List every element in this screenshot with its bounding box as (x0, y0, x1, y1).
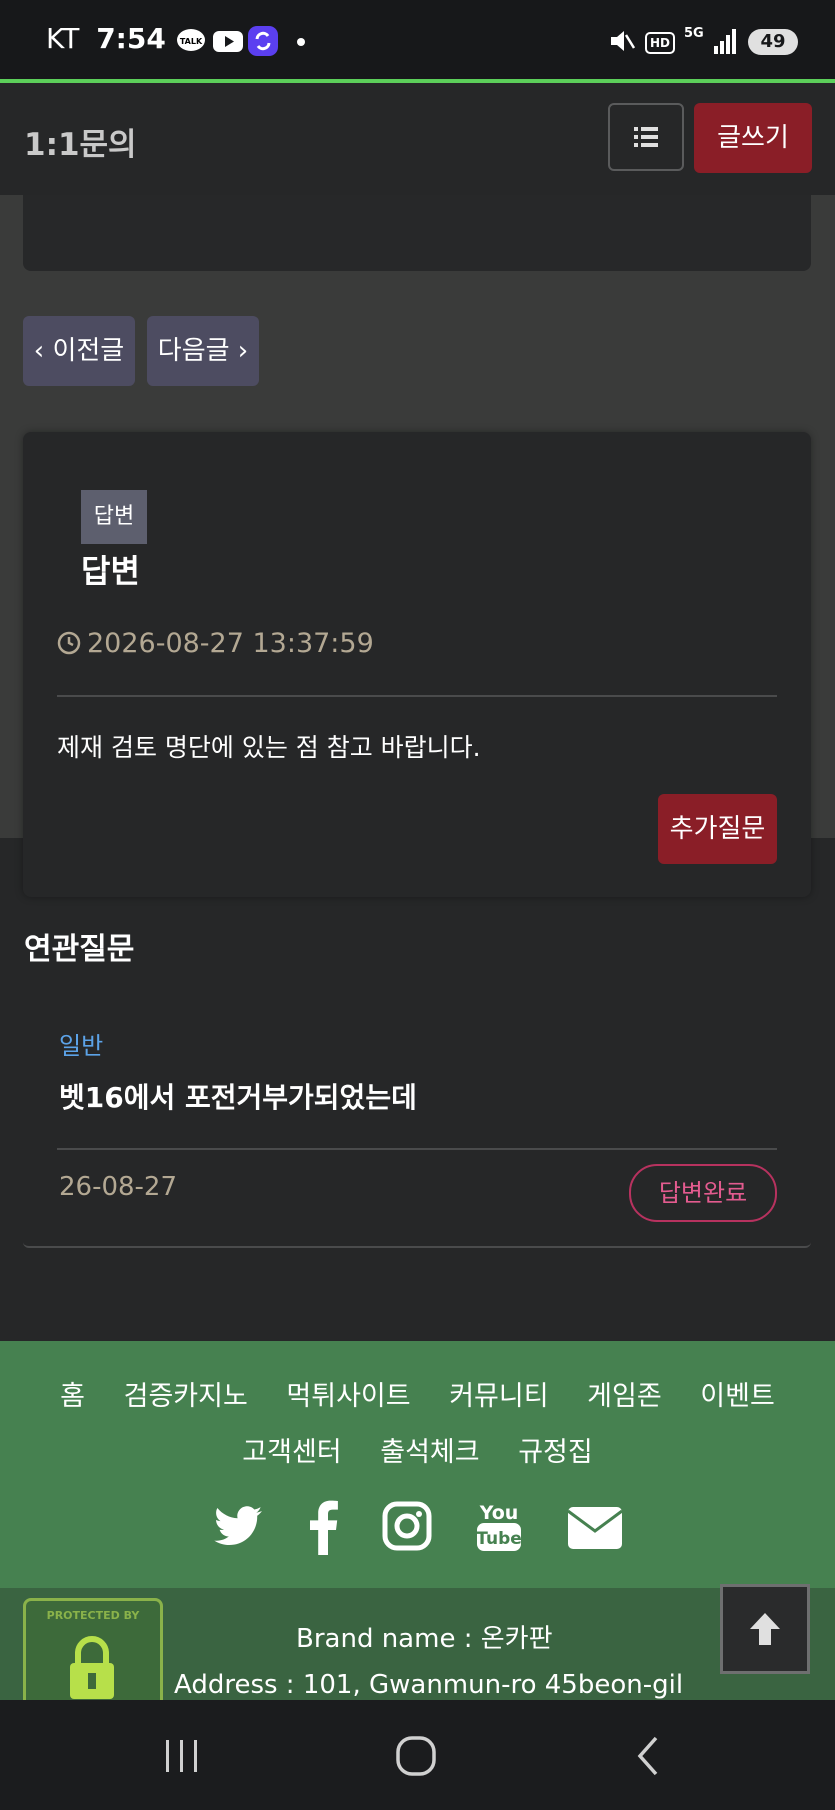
instagram-icon[interactable] (382, 1499, 432, 1555)
footer-link-game-zone[interactable]: 게임존 (587, 1381, 662, 1412)
status-bar: KT 7:54 TALK HD 5G 49 (0, 0, 835, 80)
status-carrier-time: KT 7:54 (46, 22, 166, 55)
footer-link-scam-sites[interactable]: 먹튀사이트 (286, 1381, 410, 1412)
android-navigation-bar (0, 1700, 835, 1810)
answer-datetime-text: 2026-08-27 13:37:59 (87, 628, 374, 659)
footer-link-support[interactable]: 고객센터 (242, 1437, 341, 1468)
footer-link-events[interactable]: 이벤트 (700, 1381, 775, 1412)
arrow-up-icon (750, 1613, 780, 1645)
scroll-to-top-button[interactable] (720, 1584, 810, 1674)
footer: 홈 검증카지노 먹튀사이트 커뮤니티 게임존 이벤트 고객센터 출석체크 규정집… (0, 1341, 835, 1588)
recent-apps-icon[interactable] (160, 1736, 204, 1776)
footer-link-attendance[interactable]: 출석체크 (380, 1437, 479, 1468)
home-icon[interactable] (394, 1734, 438, 1778)
lock-icon (70, 1636, 114, 1699)
badge-text: PROTECTED BY (46, 1609, 140, 1622)
protected-by-badge: PROTECTED BY (23, 1598, 163, 1708)
write-button[interactable]: 글쓰기 (694, 103, 812, 173)
footer-link-rules[interactable]: 규정집 (518, 1437, 593, 1468)
post-card-bottom (23, 195, 811, 271)
footer-info: PROTECTED BY Brand name : 온카판 Address : … (0, 1588, 835, 1708)
related-section-title: 연관질문 (24, 932, 135, 967)
back-icon[interactable] (632, 1734, 664, 1778)
facebook-icon[interactable] (306, 1499, 340, 1555)
prev-post-button[interactable]: ‹ 이전글 (23, 316, 135, 386)
answer-badge: 답변 (81, 490, 147, 544)
svg-text:You: You (479, 1502, 519, 1524)
status-badge: 답변완료 (629, 1164, 777, 1222)
page-header: 1:1문의 글쓰기 (0, 83, 835, 195)
brand-name: Brand name : 온카판 (296, 1624, 553, 1654)
page-title: 1:1문의 (24, 127, 137, 163)
kakaotalk-icon: TALK (177, 29, 205, 51)
related-question-title[interactable]: 벳16에서 포전거부가되었는데 (59, 1076, 417, 1116)
divider (57, 1148, 777, 1150)
address: Address : 101, Gwanmun-ro 45beon-gil (174, 1670, 684, 1700)
answer-datetime: 2026-08-27 13:37:59 (57, 628, 374, 659)
sync-app-icon (248, 26, 278, 56)
related-date: 26-08-27 (59, 1172, 178, 1202)
footer-link-community[interactable]: 커뮤니티 (449, 1381, 548, 1412)
signal-icon (714, 29, 736, 54)
twitter-icon[interactable] (212, 1499, 264, 1555)
hd-icon: HD (645, 32, 675, 54)
list-icon (634, 127, 658, 147)
mail-icon[interactable] (566, 1499, 624, 1555)
mute-icon (611, 31, 636, 51)
carrier-label: KT (46, 22, 80, 55)
youtube-icon[interactable]: You Tube (474, 1499, 524, 1555)
svg-text:Tube: Tube (476, 1529, 522, 1549)
footer-link-verified-casino[interactable]: 검증카지노 (124, 1381, 248, 1412)
network-label: 5G (684, 26, 704, 41)
clock: 7:54 (96, 22, 166, 55)
clock-icon (57, 631, 81, 655)
related-category: 일반 (59, 1032, 104, 1060)
list-button[interactable] (608, 103, 684, 171)
talk-text: TALK (180, 37, 203, 46)
answer-card: 답변 답변 2026-08-27 13:37:59 제재 검토 명단에 있는 점… (23, 432, 811, 897)
answer-title: 답변 (81, 552, 140, 590)
youtube-status-icon (213, 31, 243, 52)
battery-indicator: 49 (748, 29, 798, 55)
answer-body: 제재 검토 명단에 있는 점 참고 바랍니다. (57, 733, 481, 762)
divider (57, 695, 777, 697)
footer-link-home[interactable]: 홈 (60, 1381, 85, 1412)
next-post-button[interactable]: 다음글 › (147, 316, 259, 386)
related-list-item[interactable]: 일반 벳16에서 포전거부가되었는데 26-08-27 답변완료 (23, 976, 811, 1248)
footer-nav: 홈 검증카지노 먹튀사이트 커뮤니티 게임존 이벤트 고객센터 출석체크 규정집 (0, 1369, 835, 1481)
followup-question-button[interactable]: 추가질문 (658, 794, 777, 864)
notification-dot (297, 38, 305, 46)
